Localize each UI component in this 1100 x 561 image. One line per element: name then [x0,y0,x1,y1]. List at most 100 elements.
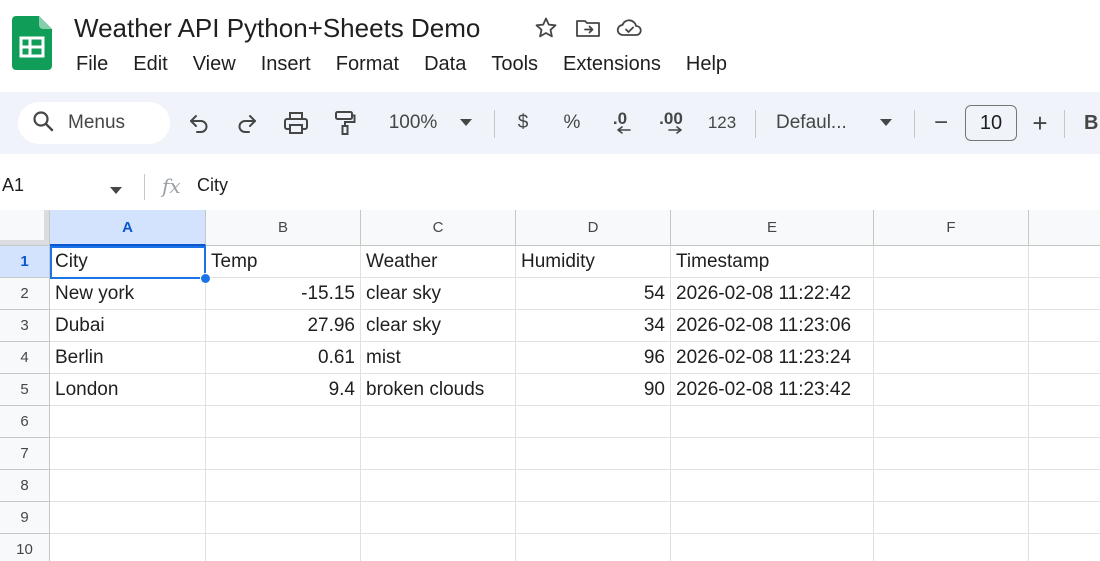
formula-input[interactable]: City [197,175,228,196]
data-cell[interactable]: 2026-02-08 11:23:06 [671,310,874,342]
row-header-1[interactable]: 1 [0,246,50,278]
empty-cell[interactable] [50,406,206,438]
data-cell[interactable]: mist [361,342,516,374]
empty-cell[interactable] [516,438,671,470]
row-header-4[interactable]: 4 [0,342,50,374]
empty-cell[interactable] [671,470,874,502]
empty-cell[interactable] [874,406,1029,438]
empty-cell[interactable] [516,470,671,502]
data-cell[interactable]: 34 [516,310,671,342]
column-header-e[interactable]: E [671,210,874,246]
menu-extensions[interactable]: Extensions [563,50,661,78]
font-caret-icon[interactable] [876,107,896,139]
empty-cell[interactable] [1029,406,1100,438]
empty-cell[interactable] [1029,342,1100,374]
empty-cell[interactable] [361,470,516,502]
empty-cell[interactable] [874,438,1029,470]
data-cell[interactable]: 54 [516,278,671,310]
row-header-2[interactable]: 2 [0,278,50,310]
empty-cell[interactable] [671,502,874,534]
freeze-rows-handle[interactable] [0,240,49,245]
select-all-corner[interactable] [0,210,50,246]
column-header-overflow[interactable] [1029,210,1100,246]
header-cell-c[interactable]: Weather [361,246,516,278]
empty-cell[interactable] [50,470,206,502]
empty-cell[interactable] [671,406,874,438]
data-cell[interactable]: 2026-02-08 11:23:24 [671,342,874,374]
empty-cell[interactable] [874,342,1029,374]
header-cell-e[interactable]: Timestamp [671,246,874,278]
row-header-10[interactable]: 10 [0,534,50,561]
column-header-c[interactable]: C [361,210,516,246]
data-cell[interactable]: 9.4 [206,374,361,406]
data-cell[interactable]: 2026-02-08 11:23:42 [671,374,874,406]
header-cell-a[interactable]: City [50,246,206,278]
empty-cell[interactable] [50,502,206,534]
bold-button[interactable]: B [1084,107,1100,139]
move-to-folder-icon[interactable] [574,14,602,42]
empty-cell[interactable] [206,406,361,438]
data-cell[interactable]: New york [50,278,206,310]
increase-font-size-button[interactable]: + [1028,107,1052,139]
data-cell[interactable]: London [50,374,206,406]
data-cell[interactable]: Berlin [50,342,206,374]
empty-cell[interactable] [1029,374,1100,406]
zoom-select[interactable]: 100% [382,107,444,139]
empty-cell[interactable] [206,534,361,561]
empty-cell[interactable] [206,502,361,534]
column-header-b[interactable]: B [206,210,361,246]
empty-cell[interactable] [361,502,516,534]
data-cell[interactable]: clear sky [361,310,516,342]
name-box-caret-icon[interactable] [110,182,122,200]
empty-cell[interactable] [1029,470,1100,502]
row-header-9[interactable]: 9 [0,502,50,534]
row-header-5[interactable]: 5 [0,374,50,406]
empty-cell[interactable] [361,534,516,561]
menu-tools[interactable]: Tools [491,50,538,78]
document-title[interactable]: Weather API Python+Sheets Demo [74,12,480,44]
print-icon[interactable] [282,107,310,139]
decrease-decimal-button[interactable]: .0 [604,107,636,139]
data-cell[interactable]: 2026-02-08 11:22:42 [671,278,874,310]
empty-cell[interactable] [874,534,1029,561]
empty-cell[interactable] [50,534,206,561]
font-size-input[interactable]: 10 [965,105,1017,141]
empty-cell[interactable] [874,278,1029,310]
empty-cell[interactable] [1029,310,1100,342]
row-header-3[interactable]: 3 [0,310,50,342]
empty-cell[interactable] [1029,438,1100,470]
empty-cell[interactable] [206,470,361,502]
empty-cell[interactable] [361,438,516,470]
zoom-caret-icon[interactable] [456,107,476,139]
empty-cell[interactable] [361,406,516,438]
menu-help[interactable]: Help [686,50,727,78]
empty-cell[interactable] [671,534,874,561]
font-family-select[interactable]: Defaul... [776,107,862,139]
column-header-f[interactable]: F [874,210,1029,246]
number-format-button[interactable]: 123 [704,107,740,139]
empty-cell[interactable] [874,502,1029,534]
empty-cell[interactable] [1029,534,1100,561]
data-cell[interactable]: 27.96 [206,310,361,342]
name-box[interactable]: A1 [2,175,24,196]
sheets-logo-icon[interactable] [12,16,52,70]
currency-format-button[interactable]: $ [512,107,534,139]
data-cell[interactable]: 90 [516,374,671,406]
empty-cell[interactable] [206,438,361,470]
star-icon[interactable] [532,14,560,42]
empty-cell[interactable] [1029,502,1100,534]
data-cell[interactable]: -15.15 [206,278,361,310]
empty-cell[interactable] [874,310,1029,342]
empty-cell[interactable] [671,438,874,470]
menu-data[interactable]: Data [424,50,466,78]
menu-format[interactable]: Format [336,50,399,78]
search-menus-button[interactable]: Menus [18,102,170,144]
data-cell[interactable]: 96 [516,342,671,374]
header-cell-d[interactable]: Humidity [516,246,671,278]
header-cell-b[interactable]: Temp [206,246,361,278]
row-header-8[interactable]: 8 [0,470,50,502]
menu-view[interactable]: View [193,50,236,78]
percent-format-button[interactable]: % [561,107,583,139]
data-cell[interactable]: broken clouds [361,374,516,406]
menu-edit[interactable]: Edit [133,50,167,78]
